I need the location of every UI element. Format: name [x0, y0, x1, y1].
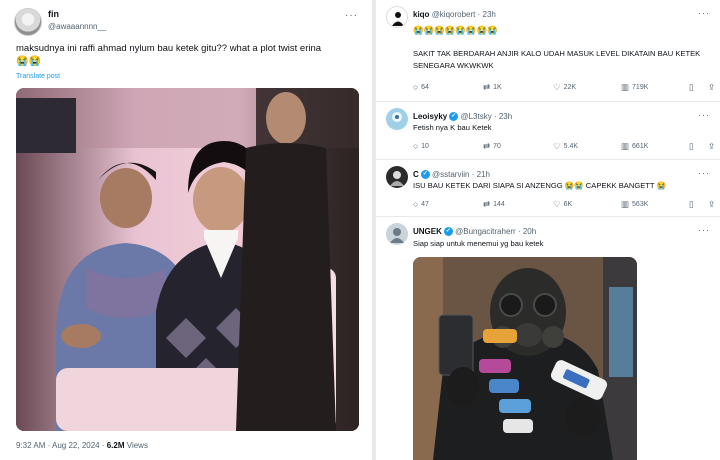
avatar[interactable] [386, 6, 408, 28]
reply-text: Siap siap untuk menemui yg bau ketek [413, 239, 544, 248]
reply-card[interactable]: Leoisyky ✓ @L3tsky · 23h ··· Fetish nya K… [376, 102, 720, 160]
author-name[interactable]: UNGEK [413, 227, 442, 236]
reply-photo[interactable] [413, 257, 637, 460]
timestamp-text[interactable]: 9:32 AM · Aug 22, 2024 · [16, 441, 107, 450]
action-bar: ○ 10 ⇄ 70 ♡ 5.4K ▥ 661K ▯ ⇪ [413, 141, 715, 153]
avatar[interactable] [386, 108, 408, 130]
reply-count: 10 [421, 142, 429, 150]
tweet-text: maksudnya ini raffi ahmad nylum bau kete… [16, 43, 322, 54]
views-count: 563K [632, 201, 649, 208]
more-options-icon[interactable]: ··· [698, 225, 710, 235]
views-icon: ▥ [621, 82, 630, 92]
views-label: Views [124, 441, 148, 450]
avatar[interactable] [386, 166, 408, 188]
bookmark-icon[interactable]: ▯ [689, 141, 694, 152]
repost-action[interactable]: ⇄ 144 [483, 199, 505, 210]
main-tweet: fin @awaaannnn__ ··· maksudnya ini raffi… [0, 0, 372, 460]
avatar[interactable] [14, 8, 42, 36]
reply-icon: ○ [413, 199, 419, 209]
like-icon: ♡ [553, 141, 561, 151]
author-handle[interactable]: @awaaannnn__ [48, 22, 106, 31]
author-handle[interactable]: @kiqorobert · 23h [432, 10, 496, 19]
author-handle[interactable]: @sstarviin · 21h [432, 170, 490, 179]
tweet-emojis: 😭😭 [16, 56, 41, 67]
repost-action[interactable]: ⇄ 70 [483, 141, 501, 152]
reply-author[interactable]: UNGEK ✓ @Bungacitraherr · 20h [413, 227, 536, 237]
reply-action[interactable]: ○ 10 [413, 141, 429, 151]
reply-author[interactable]: Leoisyky ✓ @L3tsky · 23h [413, 112, 512, 122]
replies-panel: kiqo @kiqorobert · 23h ··· 😭😭😭😭😭😭😭😭 SAKI… [376, 0, 720, 460]
like-count: 5.4K [563, 143, 579, 150]
action-bar: ○ 64 ⇄ 1K ♡ 22K ▥ 719K ▯ ⇪ [413, 82, 715, 94]
views-count: 6.2M [106, 441, 125, 450]
reply-emojis: 😭😭😭😭😭😭😭😭 [413, 25, 498, 35]
share-icon[interactable]: ⇪ [708, 141, 715, 152]
repost-count: 70 [493, 143, 501, 150]
reply-count: 64 [421, 83, 429, 91]
author-name[interactable]: C [413, 170, 419, 179]
reply-card[interactable]: kiqo @kiqorobert · 23h ··· 😭😭😭😭😭😭😭😭 SAKI… [376, 0, 720, 102]
tweet-timestamp: 9:32 AM · Aug 22, 2024 · 6.2M Views [16, 441, 148, 450]
more-options-icon[interactable]: ··· [698, 8, 710, 18]
tweet-header: fin @awaaannnn__ ··· [14, 8, 362, 36]
views-count: 719K [632, 84, 649, 91]
views-icon: ▥ [621, 199, 630, 209]
views-icon: ▥ [621, 141, 630, 151]
photo-illustration [413, 257, 637, 460]
verified-badge-icon: ✓ [420, 170, 430, 180]
avatar[interactable] [386, 223, 408, 245]
like-action[interactable]: ♡ 6K [553, 199, 572, 210]
reply-count: 47 [421, 200, 429, 208]
reply-card[interactable]: C ✓ @sstarviin · 21h ··· ISU BAU KETEK DA… [376, 160, 720, 217]
repost-action[interactable]: ⇄ 1K [483, 82, 502, 93]
views-count: 661K [632, 143, 649, 150]
repost-count: 144 [493, 201, 505, 208]
repost-icon: ⇄ [483, 199, 491, 209]
more-options-icon[interactable]: ··· [345, 10, 358, 21]
views-action[interactable]: ▥ 661K [621, 141, 648, 152]
repost-icon: ⇄ [483, 141, 491, 151]
action-bar: ○ 47 ⇄ 144 ♡ 6K ▥ 563K ▯ ⇪ [413, 199, 715, 211]
like-icon: ♡ [553, 199, 561, 209]
reply-author[interactable]: kiqo @kiqorobert · 23h [413, 10, 496, 19]
reply-icon: ○ [413, 82, 419, 92]
author-handle[interactable]: @Bungacitraherr · 20h [455, 227, 536, 236]
bookmark-icon[interactable]: ▯ [689, 82, 694, 93]
like-count: 22K [563, 84, 577, 91]
reply-author[interactable]: C ✓ @sstarviin · 21h [413, 170, 490, 180]
more-options-icon[interactable]: ··· [698, 110, 710, 120]
reply-action[interactable]: ○ 64 [413, 82, 429, 92]
verified-badge-icon: ✓ [443, 227, 453, 237]
reply-icon: ○ [413, 141, 419, 151]
reply-text: SAKIT TAK BERDARAH ANJIR KALO UDAH MASUK… [413, 49, 701, 70]
reply-text: ISU BAU KETEK DARI SIAPA SI ANZENGG 😭😭 C… [413, 181, 667, 190]
author-name[interactable]: kiqo [413, 10, 429, 19]
author-name[interactable]: fin [48, 9, 59, 19]
translate-post-link[interactable]: Translate post [16, 73, 60, 80]
like-icon: ♡ [553, 82, 561, 92]
photo-illustration [16, 88, 359, 431]
like-action[interactable]: ♡ 5.4K [553, 141, 578, 152]
repost-icon: ⇄ [483, 82, 491, 92]
share-icon[interactable]: ⇪ [708, 199, 715, 210]
tweet-photo[interactable] [16, 88, 359, 431]
verified-badge-icon: ✓ [449, 112, 459, 122]
share-icon[interactable]: ⇪ [708, 82, 715, 93]
author-name[interactable]: Leoisyky [413, 112, 447, 121]
views-action[interactable]: ▥ 563K [621, 199, 648, 210]
repost-count: 1K [493, 84, 502, 91]
reply-action[interactable]: ○ 47 [413, 199, 429, 209]
more-options-icon[interactable]: ··· [698, 168, 710, 178]
bookmark-icon[interactable]: ▯ [689, 199, 694, 210]
views-action[interactable]: ▥ 719K [621, 82, 648, 93]
reply-text: Fetish nya K bau Ketek [413, 123, 492, 132]
like-count: 6K [563, 201, 573, 208]
author-handle[interactable]: @L3tsky · 23h [460, 112, 512, 121]
like-action[interactable]: ♡ 22K [553, 82, 576, 93]
